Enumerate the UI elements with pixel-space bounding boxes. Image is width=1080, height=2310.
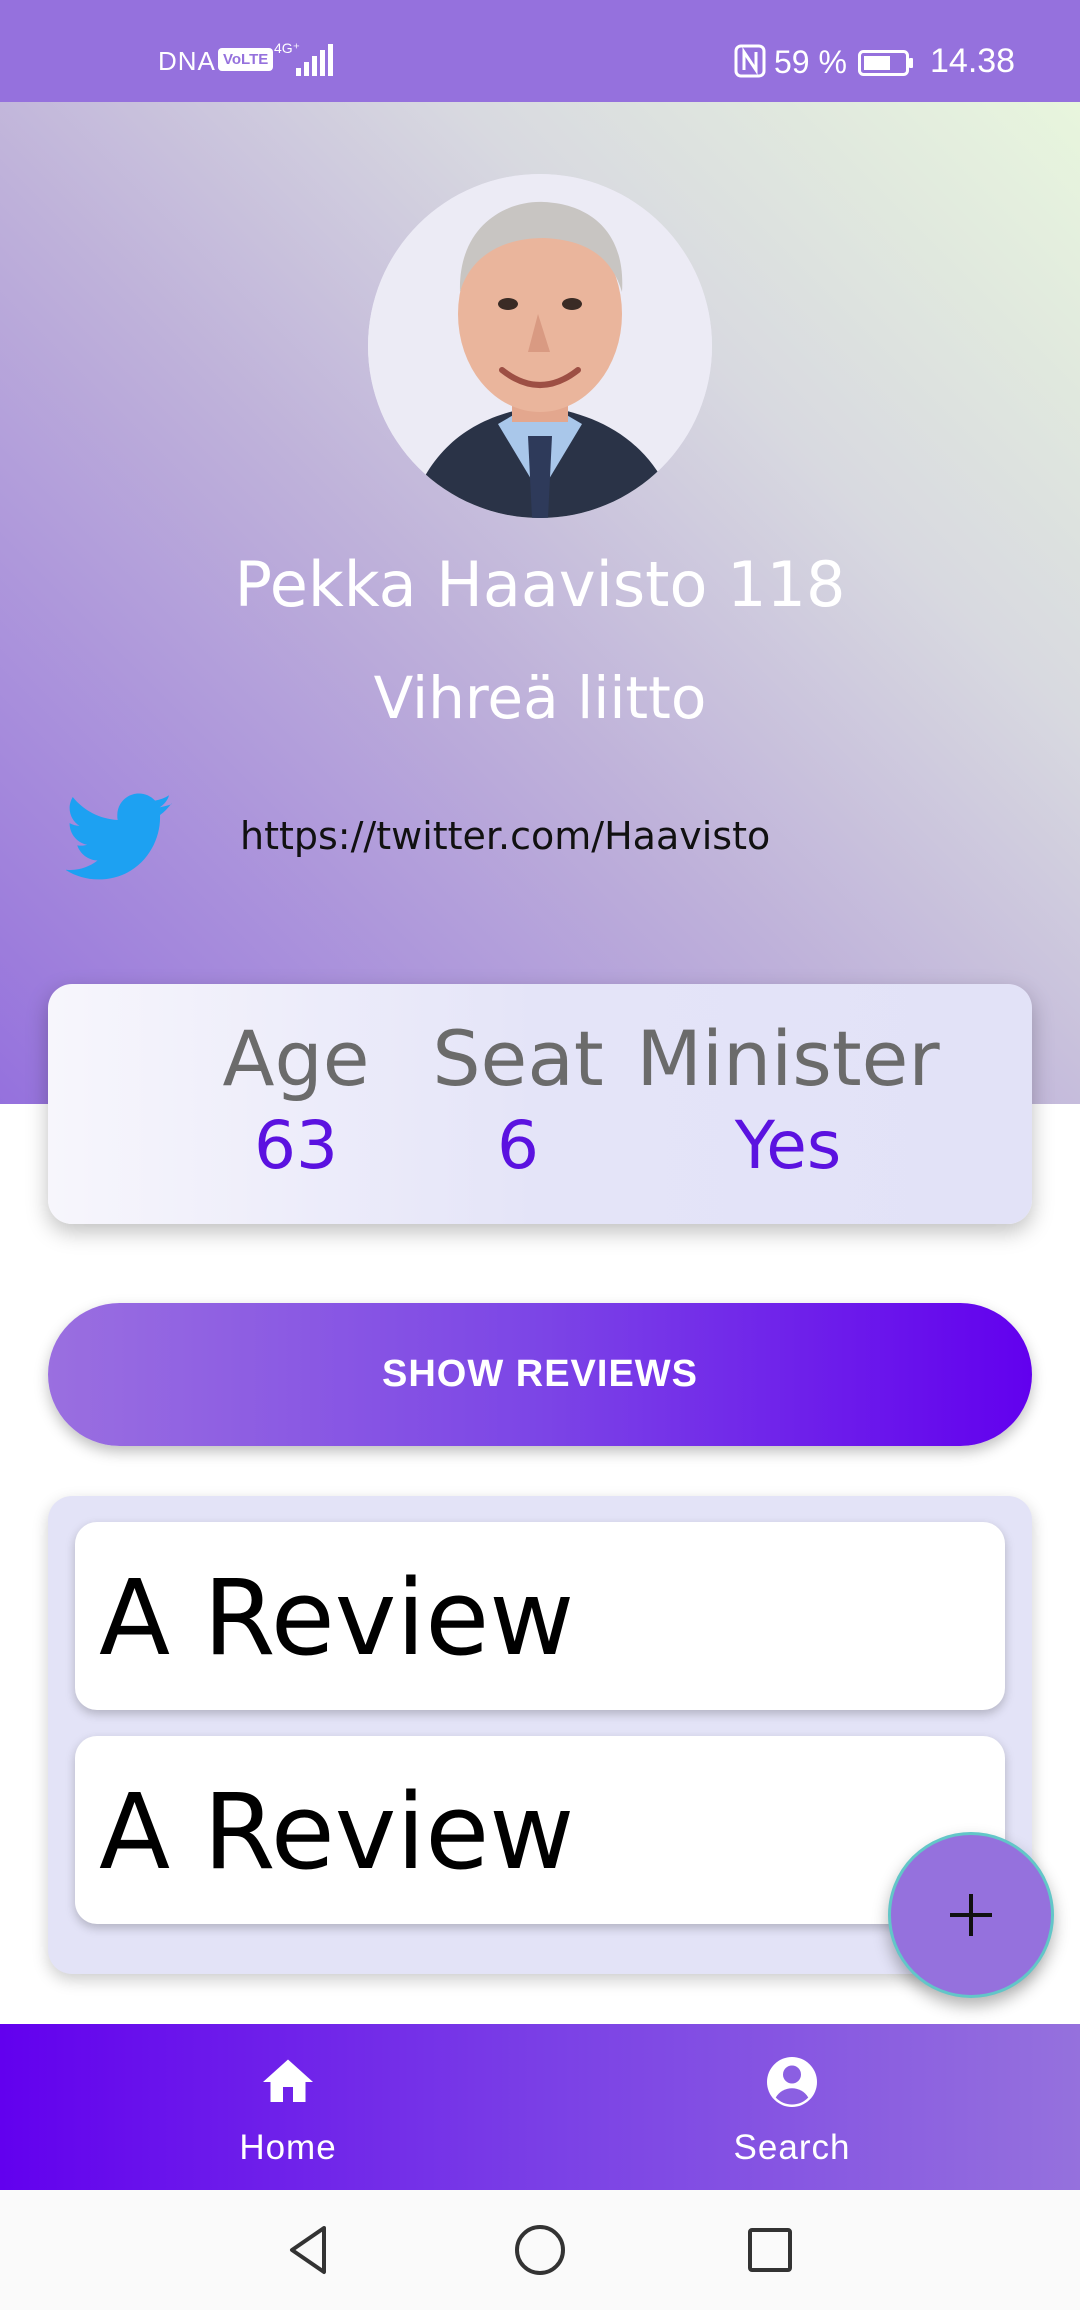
seat-value: 6 bbox=[497, 1107, 539, 1184]
profile-header: Pekka Haavisto 118 Vihreä liitto https:/… bbox=[0, 102, 1080, 1104]
review-title: A Review bbox=[99, 1771, 575, 1893]
recents-icon[interactable] bbox=[740, 2220, 800, 2280]
review-card[interactable]: A Review bbox=[75, 1522, 1005, 1710]
status-bar: DNA VoLTE 4G⁺ 59 % 14.38 bbox=[0, 0, 1080, 102]
candidate-name: Pekka Haavisto 118 bbox=[234, 548, 846, 621]
nav-label-search: Search bbox=[733, 2128, 851, 2167]
review-title: A Review bbox=[99, 1557, 575, 1679]
show-reviews-button[interactable]: SHOW REVIEWS bbox=[48, 1303, 1032, 1446]
add-review-button[interactable] bbox=[888, 1832, 1054, 1998]
nav-label-home: Home bbox=[239, 2128, 337, 2167]
plus-icon bbox=[950, 1894, 992, 1936]
stats-card: Age 63 Seat 6 Minister Yes bbox=[48, 984, 1032, 1224]
account-icon bbox=[767, 2057, 817, 2107]
back-icon[interactable] bbox=[280, 2220, 340, 2280]
nav-item-home[interactable]: Home bbox=[168, 2024, 408, 2190]
bottom-navigation: Home Search bbox=[0, 2024, 1080, 2190]
signal-icon bbox=[296, 42, 336, 76]
clock: 14.38 bbox=[930, 42, 1016, 80]
battery-icon bbox=[858, 50, 913, 76]
seat-label: Seat bbox=[432, 1014, 604, 1103]
battery-percent: 59 % bbox=[774, 44, 847, 80]
home-circle-icon[interactable] bbox=[510, 2220, 570, 2280]
carrier-name: DNA bbox=[158, 46, 216, 76]
twitter-icon[interactable] bbox=[66, 792, 174, 884]
candidate-photo bbox=[368, 174, 712, 518]
stat-minister: Minister Yes bbox=[623, 1014, 953, 1188]
minister-value: Yes bbox=[734, 1107, 842, 1184]
system-navigation-bar bbox=[0, 2190, 1080, 2310]
home-icon bbox=[263, 2059, 313, 2102]
nav-item-search[interactable]: Search bbox=[672, 2024, 912, 2190]
stat-age: Age 63 bbox=[166, 1014, 426, 1188]
stat-seat: Seat 6 bbox=[388, 1014, 648, 1188]
party-name: Vihreä liitto bbox=[373, 664, 707, 732]
age-value: 63 bbox=[254, 1107, 338, 1184]
nfc-icon bbox=[734, 44, 766, 78]
volte-badge: VoLTE bbox=[218, 48, 274, 71]
reviews-panel: A Review A Review bbox=[48, 1496, 1032, 1974]
twitter-link[interactable]: https://twitter.com/Haavisto bbox=[240, 814, 770, 858]
age-label: Age bbox=[222, 1014, 370, 1103]
minister-label: Minister bbox=[636, 1014, 940, 1103]
review-card[interactable]: A Review bbox=[75, 1736, 1005, 1924]
